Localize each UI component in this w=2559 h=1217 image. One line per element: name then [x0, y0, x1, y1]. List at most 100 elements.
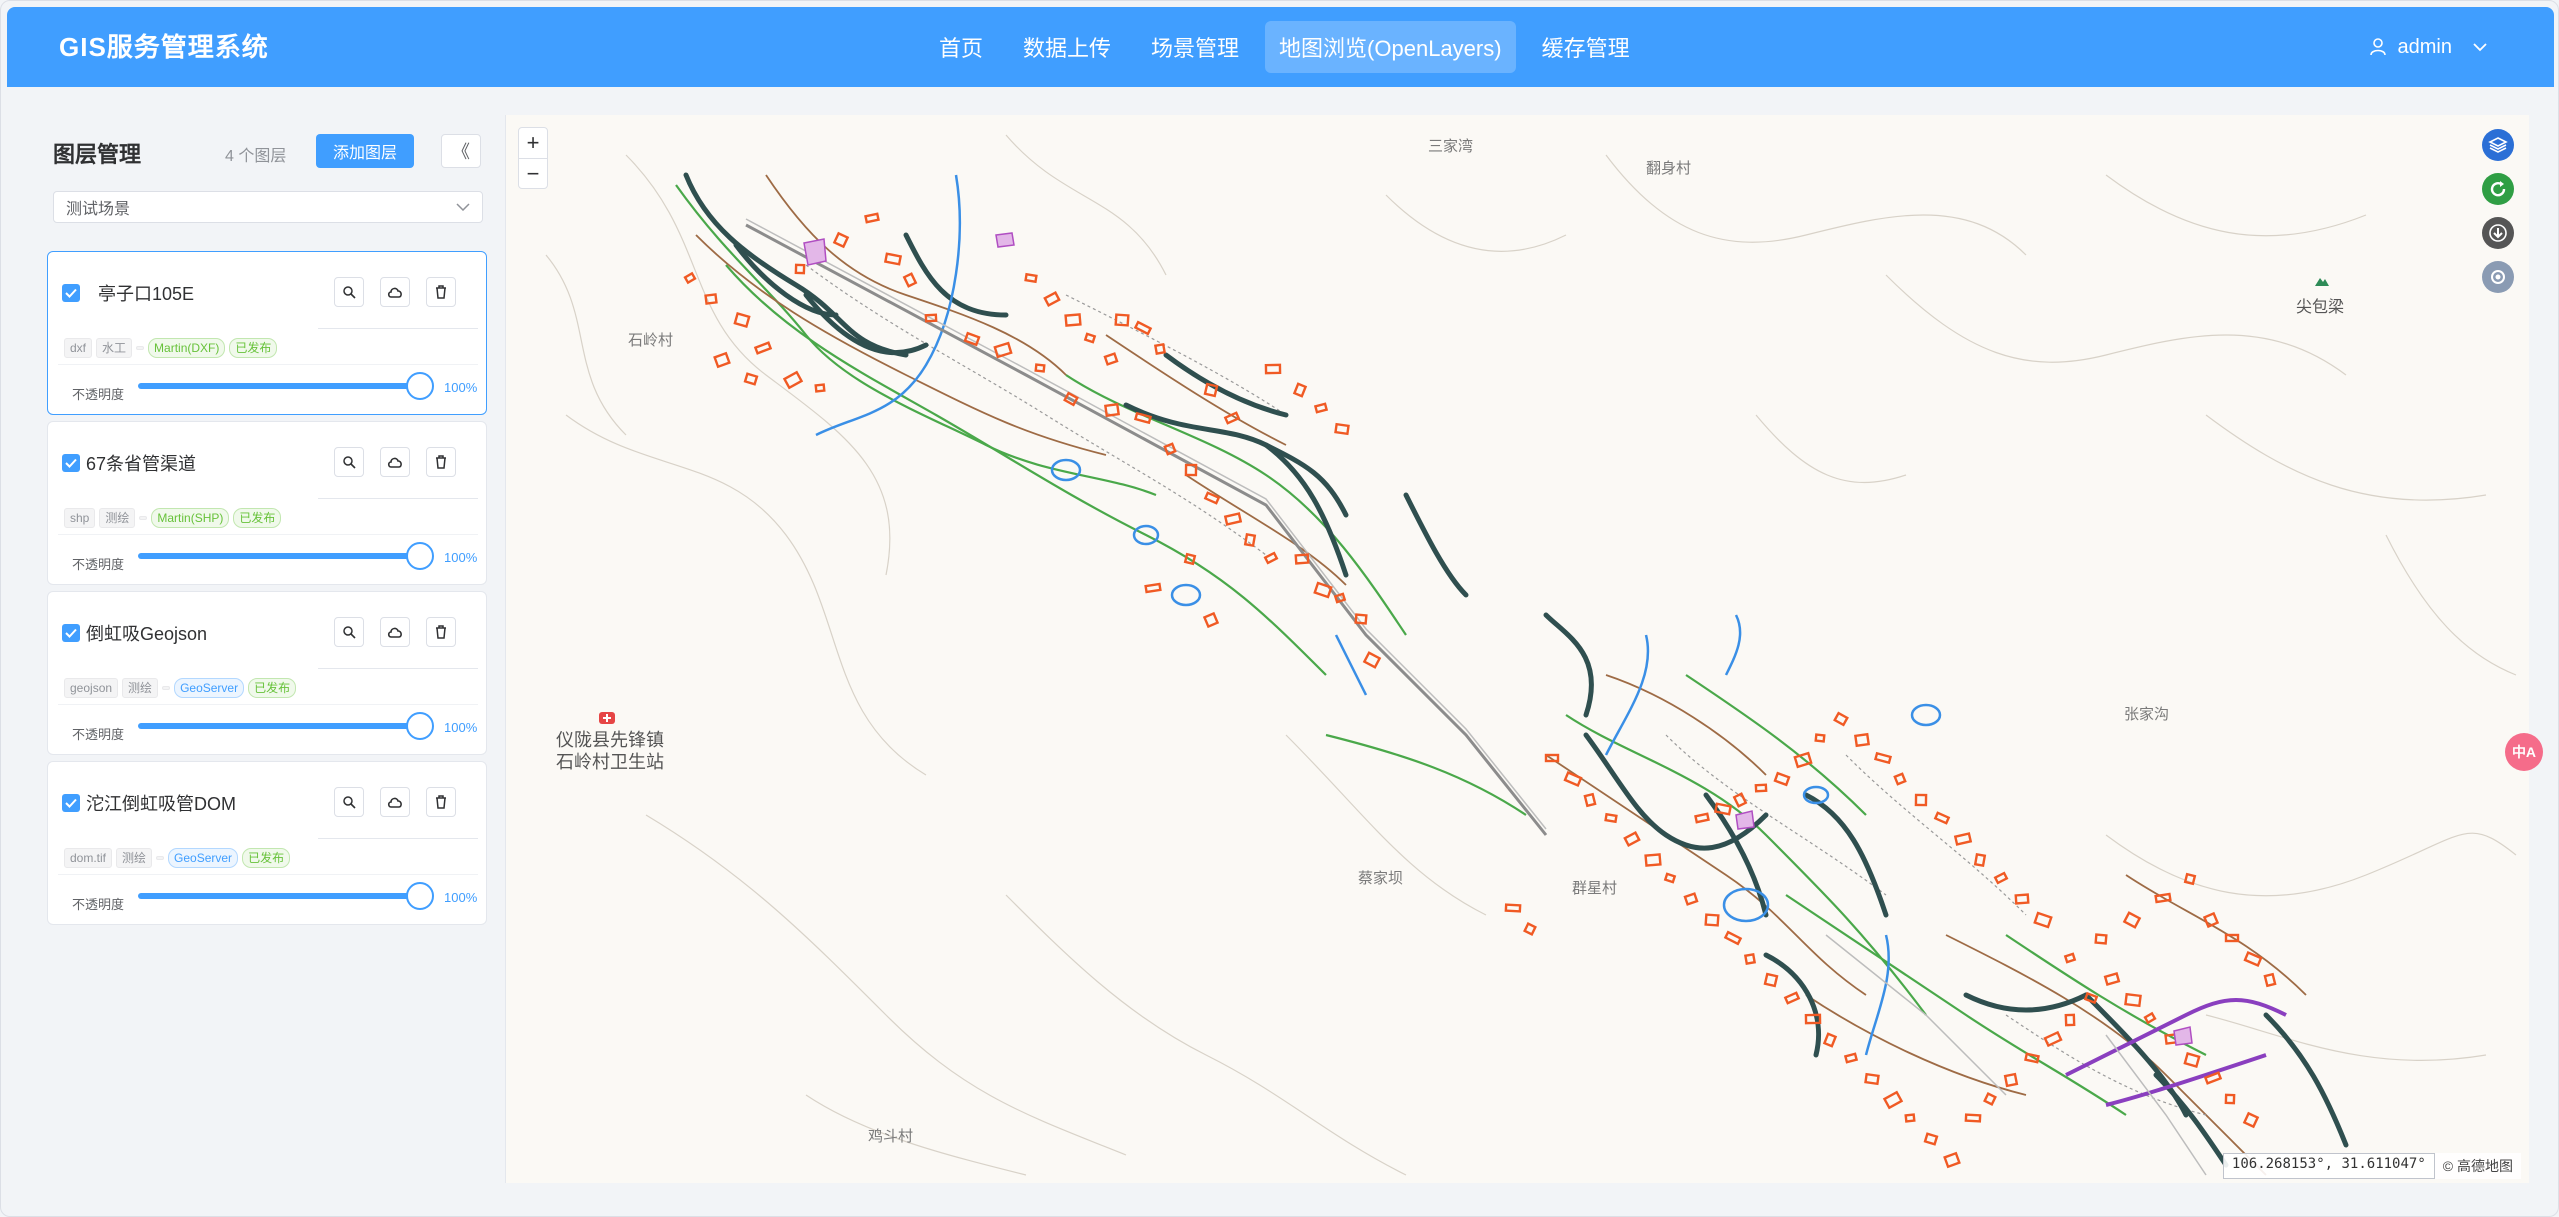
- delete-layer-button[interactable]: [426, 277, 456, 307]
- building-footprint: [1104, 402, 1120, 418]
- divider: [58, 874, 478, 875]
- map-canvas[interactable]: [506, 115, 2529, 1183]
- zoom-to-icon: [343, 626, 356, 639]
- building-footprint: [864, 212, 880, 224]
- nav-data-upload[interactable]: 数据上传: [1009, 21, 1125, 73]
- building-footprint: [2014, 893, 2030, 905]
- building-footprint: [2033, 911, 2053, 929]
- layer-service-button[interactable]: [380, 277, 410, 307]
- building-footprint: [1864, 1072, 1880, 1086]
- layer-service-button[interactable]: [380, 787, 410, 817]
- opacity-value: 100%: [444, 720, 478, 735]
- opacity-slider-track[interactable]: [138, 893, 420, 899]
- opacity-slider-handle[interactable]: [406, 372, 434, 400]
- building-footprint: [1292, 382, 1308, 398]
- building-footprint: [993, 341, 1013, 359]
- layer-service-button[interactable]: [380, 617, 410, 647]
- delete-layer-button[interactable]: [426, 617, 456, 647]
- building-footprint: [683, 271, 697, 285]
- building-footprint: [2242, 1111, 2260, 1129]
- chevron-down-icon: [456, 203, 470, 211]
- app-title: GIS服务管理系统: [59, 32, 269, 62]
- poi-label: 仪陇县先锋镇 石岭村卫生站: [556, 729, 664, 773]
- layer-tag: [162, 686, 171, 690]
- building-footprint: [794, 263, 806, 275]
- building-footprint: [733, 312, 751, 328]
- building-footprint: [1313, 402, 1329, 414]
- add-layer-button[interactable]: 添加图层: [316, 134, 414, 168]
- layer-tag: Martin(SHP): [151, 508, 230, 528]
- building-footprint: [1773, 771, 1791, 787]
- opacity-label: 不透明度: [72, 387, 125, 402]
- nav-cache-management[interactable]: 缓存管理: [1528, 21, 1644, 73]
- opacity-slider-handle[interactable]: [406, 882, 434, 910]
- layer-visibility-checkbox[interactable]: [62, 624, 80, 642]
- zoom-to-layer-button[interactable]: [334, 277, 364, 307]
- zoom-to-icon: [343, 456, 356, 469]
- refresh-tool-button[interactable]: [2482, 173, 2514, 205]
- nav-home[interactable]: 首页: [925, 21, 997, 73]
- building-footprint: [1783, 991, 1801, 1005]
- layer-card[interactable]: 67条省管渠道 shp 测绘 Martin(SHP) 已发布 不透明度 100%: [47, 421, 487, 585]
- layer-visibility-checkbox[interactable]: [62, 284, 80, 302]
- delete-layer-button[interactable]: [426, 787, 456, 817]
- place-label: 群星村: [1572, 880, 1618, 897]
- clinic-icon: [599, 712, 615, 724]
- layer-card[interactable]: 倒虹吸Geojson geojson 测绘 GeoServer 已发布 不透明度 10…: [47, 591, 487, 755]
- locate-icon: [2491, 270, 2505, 284]
- building-footprint: [1144, 582, 1162, 594]
- building-footprint: [1893, 772, 1907, 786]
- user-menu[interactable]: admin: [2369, 7, 2488, 87]
- building-footprint: [1583, 792, 1597, 808]
- layer-service-button[interactable]: [380, 447, 410, 477]
- building-footprint: [1933, 811, 1951, 825]
- building-footprint: [1203, 382, 1219, 398]
- zoom-to-layer-button[interactable]: [334, 617, 364, 647]
- building-footprint: [1822, 1032, 1838, 1048]
- layer-card[interactable]: 亭子口105E dxf 水工 Martin(DXF) 已发布 不透明度 100%: [47, 251, 487, 415]
- nav-map-browse[interactable]: 地图浏览(OpenLayers): [1265, 21, 1516, 73]
- map-view[interactable]: 三家湾 翻身村 石岭村 尖包梁 张家沟 蔡家坝 群星村 鸡斗村 仪陇县先锋镇 石…: [505, 115, 2529, 1183]
- opacity-value: 100%: [444, 550, 478, 565]
- delete-layer-button[interactable]: [426, 447, 456, 477]
- collapse-panel-button[interactable]: 《: [441, 134, 481, 168]
- building-footprint: [902, 272, 918, 288]
- building-footprint: [1973, 852, 1987, 868]
- building-footprint: [1904, 1113, 1916, 1123]
- layer-visibility-checkbox[interactable]: [62, 794, 80, 812]
- nav-scene-management[interactable]: 场景管理: [1137, 21, 1253, 73]
- building-footprint: [2263, 972, 2277, 988]
- opacity-slider-track[interactable]: [138, 383, 420, 389]
- place-label: 石岭村: [628, 332, 674, 349]
- download-tool-button[interactable]: [2482, 217, 2514, 249]
- opacity-slider-handle[interactable]: [406, 542, 434, 570]
- zoom-to-layer-button[interactable]: [334, 787, 364, 817]
- zoom-out-button[interactable]: −: [519, 158, 547, 188]
- zoom-to-layer-button[interactable]: [334, 447, 364, 477]
- zoom-to-icon: [343, 796, 356, 809]
- building-footprint: [1993, 871, 2009, 885]
- layers-tool-button[interactable]: [2482, 129, 2514, 161]
- opacity-slider-track[interactable]: [138, 723, 420, 729]
- trash-icon: [436, 285, 446, 299]
- building-footprint: [1644, 853, 1662, 867]
- building-footprint: [2063, 952, 2077, 964]
- building-footprint: [2043, 1030, 2063, 1048]
- opacity-slider-handle[interactable]: [406, 712, 434, 740]
- translate-float-button[interactable]: 中A: [2505, 733, 2543, 771]
- layer-visibility-checkbox[interactable]: [62, 454, 80, 472]
- layer-tag: shp: [64, 508, 96, 528]
- check-icon: [65, 798, 77, 808]
- layers-icon: [2488, 137, 2508, 153]
- layer-name: 倒虹吸Geojson: [86, 624, 208, 644]
- check-icon: [65, 628, 77, 638]
- cloud-icon: [387, 457, 402, 468]
- layer-card[interactable]: 沱江倒虹吸管DOM dom.tif 测绘 GeoServer 已发布 不透明度 100…: [47, 761, 487, 925]
- check-icon: [65, 288, 77, 298]
- app-window: GIS服务管理系统 首页 数据上传 场景管理 地图浏览(OpenLayers) …: [0, 0, 2559, 1217]
- zoom-in-button[interactable]: +: [519, 128, 547, 158]
- scene-select[interactable]: 测试场景: [53, 191, 483, 223]
- opacity-slider-track[interactable]: [138, 553, 420, 559]
- locate-tool-button[interactable]: [2482, 261, 2514, 293]
- layer-tag: 已发布: [248, 678, 297, 698]
